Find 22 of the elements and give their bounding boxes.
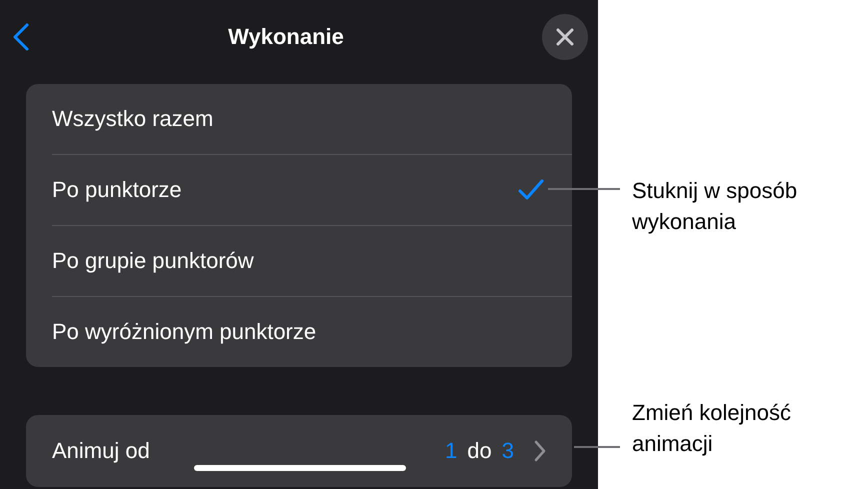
leader-line xyxy=(548,188,620,190)
start-number: 1 xyxy=(445,438,458,464)
option-label: Po grupie punktorów xyxy=(52,248,254,274)
option-label: Po wyróżnionym punktorze xyxy=(52,319,316,345)
option-row[interactable]: Po punktorze xyxy=(52,154,572,225)
option-label: Po punktorze xyxy=(52,177,182,203)
option-row[interactable]: Wszystko razem xyxy=(52,84,572,154)
to-label: do xyxy=(467,438,492,464)
back-icon[interactable] xyxy=(12,23,30,51)
animate-from-label: Animuj od xyxy=(52,438,150,464)
option-row[interactable]: Po wyróżnionym punktorze xyxy=(52,296,572,367)
close-icon xyxy=(556,28,574,46)
panel-title: Wykonanie xyxy=(228,24,344,50)
end-number: 3 xyxy=(502,438,514,464)
close-button[interactable] xyxy=(542,14,588,60)
option-label: Wszystko razem xyxy=(52,106,214,132)
chevron-icon xyxy=(534,440,546,462)
callout-text: Stuknij w sposób wykonania xyxy=(632,177,798,236)
leader-line xyxy=(574,446,620,448)
callout-text: Zmień kolejność animacji xyxy=(632,399,792,458)
animate-from-row[interactable]: Animuj od 1 do 3 xyxy=(26,415,572,487)
option-row[interactable]: Po grupie punktorów xyxy=(52,225,572,296)
